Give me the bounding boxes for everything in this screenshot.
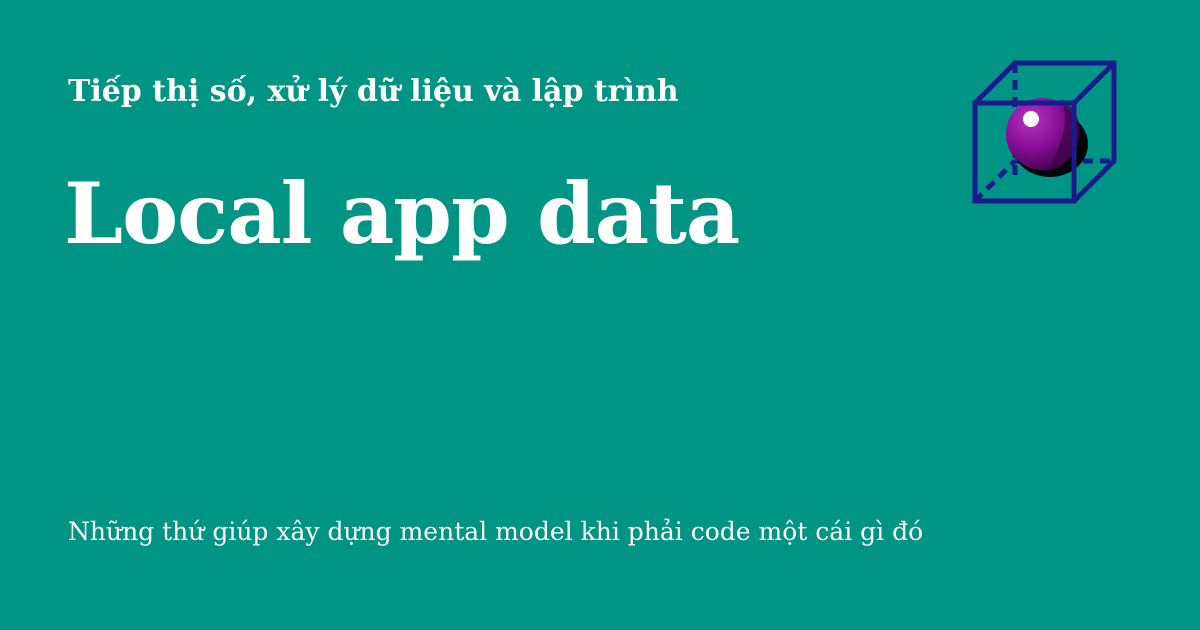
page-description: Những thứ giúp xây dựng mental model khi…	[68, 517, 924, 546]
cube-with-sphere-icon	[972, 60, 1117, 204]
sphere-highlight-icon	[1023, 111, 1039, 127]
open-graph-card: Tiếp thị số, xử lý dữ liệu và lập trình …	[0, 0, 1200, 630]
site-subtitle: Tiếp thị số, xử lý dữ liệu và lập trình	[68, 74, 679, 109]
page-title: Local app data	[64, 164, 740, 263]
